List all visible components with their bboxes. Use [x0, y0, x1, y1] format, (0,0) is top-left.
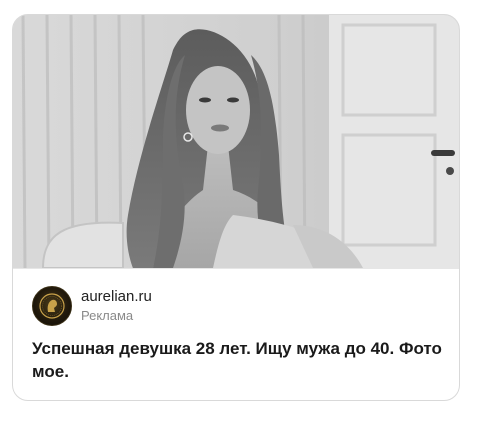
- advertiser-logo[interactable]: [32, 286, 72, 326]
- ad-photo-image: [13, 15, 459, 268]
- ad-card[interactable]: aurelian.ru Реклама Успешная девушка 28 …: [12, 14, 460, 401]
- advertiser[interactable]: aurelian.ru Реклама: [32, 286, 152, 326]
- coin-profile-icon: [39, 293, 65, 319]
- ad-footer: aurelian.ru Реклама Успешная девушка 28 …: [13, 268, 459, 400]
- ad-photo[interactable]: [13, 15, 459, 268]
- ad-headline[interactable]: Успешная девушка 28 лет. Ищу мужа до 40.…: [32, 337, 452, 383]
- advertiser-domain[interactable]: aurelian.ru: [81, 288, 152, 306]
- ad-label: Реклама: [81, 307, 134, 323]
- advertiser-text: aurelian.ru Реклама: [81, 288, 152, 325]
